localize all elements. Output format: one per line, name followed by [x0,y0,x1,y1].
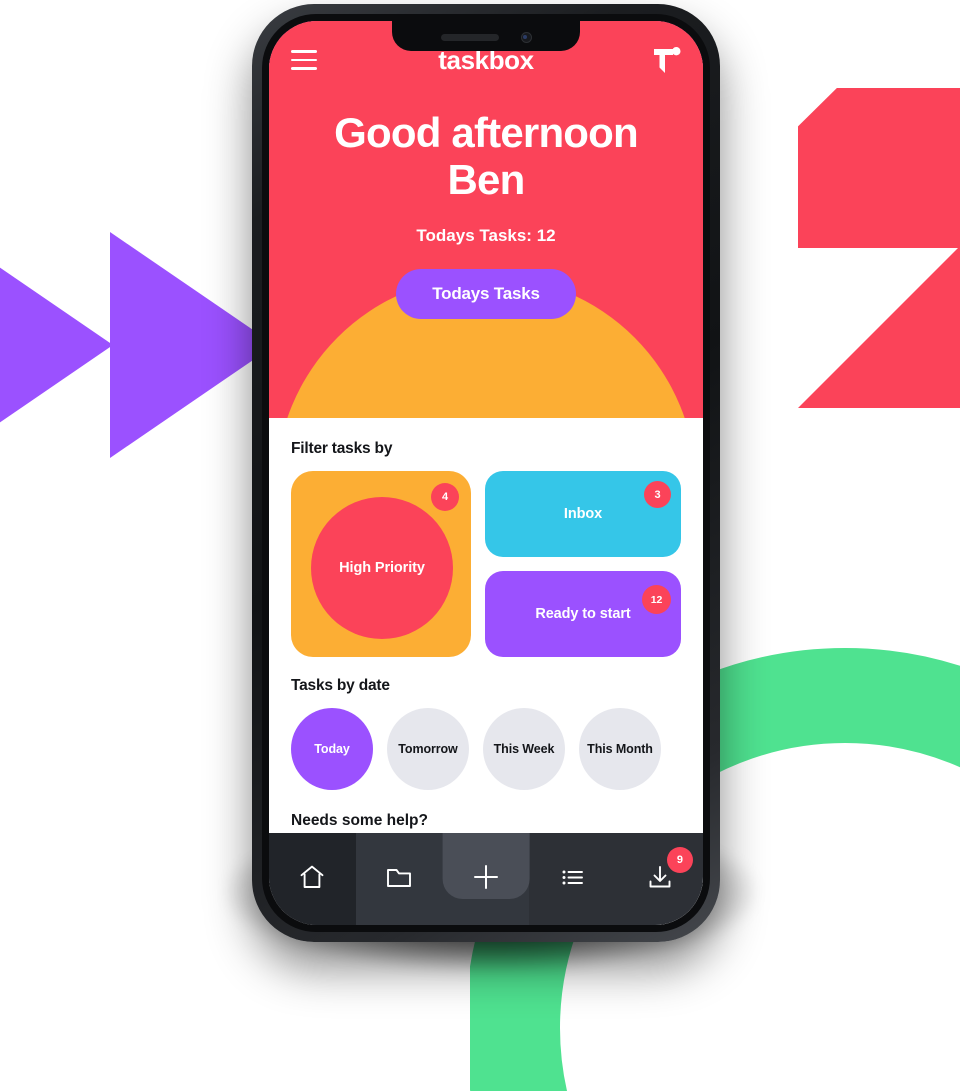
phone-screen: taskbox Good afternoon Ben Todays Tasks: [269,21,703,925]
phone-notch [392,21,580,51]
front-camera-icon [520,32,532,43]
badge-downloads: 9 [666,847,693,873]
plus-icon [470,861,502,898]
filter-label-ready-to-start: Ready to start [535,606,631,622]
todays-tasks-cta-wrap: Todays Tasks [269,269,703,319]
decor-red-diagonal-bottom [798,246,960,408]
home-icon [297,862,327,897]
decor-purple-triangle-2 [110,232,275,458]
list-icon [558,862,588,897]
greeting-line-2: Ben [447,156,526,203]
folder-icon [384,862,414,897]
filter-card-inbox[interactable]: Inbox 3 [485,471,681,557]
phone-device: taskbox Good afternoon Ben Todays Tasks: [252,4,720,942]
filter-label-inbox: Inbox [563,506,603,522]
hero-section: taskbox Good afternoon Ben Todays Tasks: [269,21,703,418]
greeting-line-1: Good afternoon [334,109,639,156]
badge-ready-to-start: 12 [642,585,671,614]
filter-label-high-priority: High Priority [311,497,453,639]
earpiece-speaker [440,34,499,41]
hamburger-menu-icon[interactable] [291,50,317,70]
nav-item-add[interactable] [442,833,530,925]
date-chip-row: Today Tomorrow This Week This Month [291,708,681,790]
nav-item-list[interactable] [529,833,616,925]
filter-section-title: Filter tasks by [291,440,393,457]
date-chip-this-month[interactable]: This Month [579,708,661,790]
greeting-heading: Good afternoon Ben [269,109,703,203]
date-chip-tomorrow[interactable]: Tomorrow [387,708,469,790]
help-section-title: Needs some help? [291,812,428,829]
todays-tasks-button[interactable]: Todays Tasks [396,269,576,319]
nav-item-folder[interactable] [355,833,443,925]
phone-bezel: taskbox Good afternoon Ben Todays Tasks: [262,14,710,932]
page-root: taskbox Good afternoon Ben Todays Tasks: [0,0,960,1091]
taskbox-logo-icon[interactable] [653,46,681,75]
filter-card-ready-to-start[interactable]: Ready to start 12 [485,571,681,657]
decor-purple-triangle-1 [0,232,113,458]
date-chip-this-week[interactable]: This Week [483,708,565,790]
filter-card-high-priority[interactable]: 4 High Priority [291,471,471,657]
bottom-navigation: 9 [269,833,703,925]
nav-item-downloads[interactable]: 9 [616,833,703,925]
dates-section-title: Tasks by date [291,677,390,694]
nav-item-home[interactable] [269,833,356,925]
decor-red-diagonal-top [798,88,960,248]
date-chip-today[interactable]: Today [291,708,373,790]
filter-card-column: Inbox 3 Ready to start 12 [485,471,681,657]
filter-cards: 4 High Priority Inbox 3 Ready to start 1… [291,471,681,657]
todays-tasks-count: Todays Tasks: 12 [416,226,556,245]
badge-inbox: 3 [644,481,671,508]
badge-high-priority: 4 [431,483,459,511]
